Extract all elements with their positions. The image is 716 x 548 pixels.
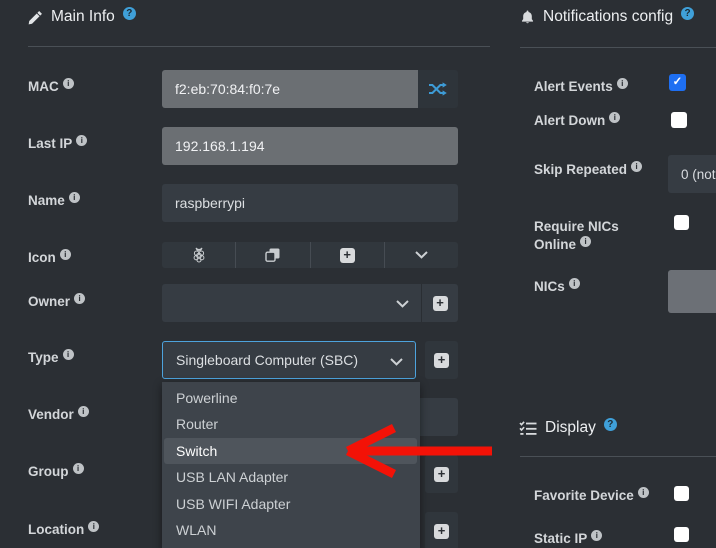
notifications-config-header: Notifications config ? — [520, 8, 694, 26]
info-icon[interactable]: i — [617, 78, 628, 89]
add-location-button[interactable]: + — [425, 512, 458, 548]
plus-square-icon: + — [340, 248, 355, 263]
info-icon[interactable]: i — [580, 236, 591, 247]
info-icon[interactable]: i — [76, 135, 87, 146]
static-ip-checkbox[interactable]: ✓ — [674, 527, 689, 542]
plus-square-icon: + — [434, 524, 449, 539]
require-nics-online-checkbox[interactable]: ✓ — [674, 215, 689, 230]
add-owner-button[interactable]: + — [422, 284, 458, 322]
last-ip-label: Last IPi — [28, 135, 87, 153]
info-icon[interactable]: i — [609, 112, 620, 123]
skip-repeated-select[interactable]: 0 (not — [668, 155, 716, 193]
dropdown-option-switch[interactable]: Switch — [164, 438, 417, 464]
name-label: Namei — [28, 192, 80, 210]
alert-down-label: Alert Downi — [534, 112, 620, 130]
add-icon-button[interactable]: + — [311, 242, 385, 268]
info-icon[interactable]: i — [78, 406, 89, 417]
nics-field[interactable] — [668, 270, 716, 313]
device-edit-screen: Main Info ? MACi Last IPi Namei Iconi — [0, 0, 716, 548]
location-label: Locationi — [28, 521, 99, 539]
info-icon[interactable]: i — [73, 463, 84, 474]
type-select[interactable]: Singleboard Computer (SBC) — [162, 341, 416, 379]
nics-label: NICsi — [534, 278, 580, 296]
display-divider — [520, 456, 716, 457]
chevron-down-icon — [415, 251, 428, 259]
alert-down-checkbox[interactable]: ✓ — [671, 112, 687, 128]
info-icon[interactable]: i — [69, 192, 80, 203]
notifications-config-title: Notifications config — [543, 8, 673, 26]
info-icon[interactable]: i — [74, 293, 85, 304]
mac-label: MACi — [28, 78, 74, 96]
help-icon[interactable]: ? — [681, 7, 694, 20]
info-icon[interactable]: i — [63, 349, 74, 360]
info-icon[interactable]: i — [63, 78, 74, 89]
last-ip-input[interactable] — [162, 127, 458, 165]
favorite-device-label: Favorite Devicei — [534, 487, 649, 505]
icon-label: Iconi — [28, 249, 71, 267]
bell-icon — [520, 9, 535, 25]
icon-button-group: + — [162, 242, 458, 268]
plus-square-icon: + — [434, 353, 449, 368]
owner-label: Owneri — [28, 293, 85, 311]
group-label: Groupi — [28, 463, 84, 481]
chevron-down-icon — [390, 358, 403, 366]
alert-events-label: Alert Eventsi — [534, 78, 628, 96]
require-nics-online-label: Require NICs Onlinei — [534, 218, 634, 254]
pencil-icon — [28, 10, 43, 25]
shuffle-icon — [429, 82, 447, 96]
dropdown-option-powerline[interactable]: Powerline — [162, 385, 420, 411]
add-group-button[interactable]: + — [425, 455, 458, 493]
copy-icon — [265, 248, 280, 263]
info-icon[interactable]: i — [60, 249, 71, 260]
mac-input[interactable] — [162, 70, 418, 108]
owner-field-group: + — [162, 284, 458, 322]
name-input[interactable] — [162, 184, 458, 222]
tasks-list-icon — [519, 421, 537, 435]
help-icon[interactable]: ? — [123, 7, 136, 20]
dropdown-option-wlan[interactable]: WLAN — [162, 517, 420, 543]
favorite-device-checkbox[interactable]: ✓ — [674, 486, 689, 501]
type-label: Typei — [28, 349, 74, 367]
type-dropdown-list: Powerline Router Switch USB LAN Adapter … — [162, 382, 420, 548]
info-icon[interactable]: i — [591, 530, 602, 541]
check-icon: ✓ — [673, 76, 683, 88]
skip-repeated-label: Skip Repeatedi — [534, 161, 642, 179]
owner-select[interactable] — [162, 284, 421, 322]
help-icon[interactable]: ? — [604, 418, 617, 431]
display-header: Display ? — [519, 419, 617, 437]
static-ip-label: Static IPi — [534, 530, 602, 548]
chevron-down-icon — [396, 300, 409, 308]
raspberry-pi-icon — [192, 247, 206, 263]
main-info-title: Main Info — [51, 8, 115, 26]
main-info-divider — [28, 46, 490, 47]
dropdown-option-usb-lan-adapter[interactable]: USB LAN Adapter — [162, 464, 420, 490]
info-icon[interactable]: i — [569, 278, 580, 289]
plus-square-icon: + — [433, 296, 448, 311]
add-type-button[interactable]: + — [425, 341, 458, 379]
info-icon[interactable]: i — [638, 487, 649, 498]
icon-dropdown-button[interactable] — [385, 242, 458, 268]
alert-events-checkbox[interactable]: ✓ — [669, 74, 686, 91]
display-title: Display — [545, 419, 596, 437]
info-icon[interactable]: i — [631, 161, 642, 172]
randomize-mac-button[interactable] — [418, 70, 458, 108]
vendor-label: Vendori — [28, 406, 89, 424]
copy-icon-button[interactable] — [236, 242, 310, 268]
plus-square-icon: + — [434, 467, 449, 482]
info-icon[interactable]: i — [88, 521, 99, 532]
main-info-header: Main Info ? — [28, 8, 136, 26]
dropdown-option-usb-wifi-adapter[interactable]: USB WIFI Adapter — [162, 491, 420, 517]
dropdown-option-router[interactable]: Router — [162, 411, 420, 437]
notifications-divider — [520, 47, 716, 48]
current-icon-button[interactable] — [162, 242, 236, 268]
